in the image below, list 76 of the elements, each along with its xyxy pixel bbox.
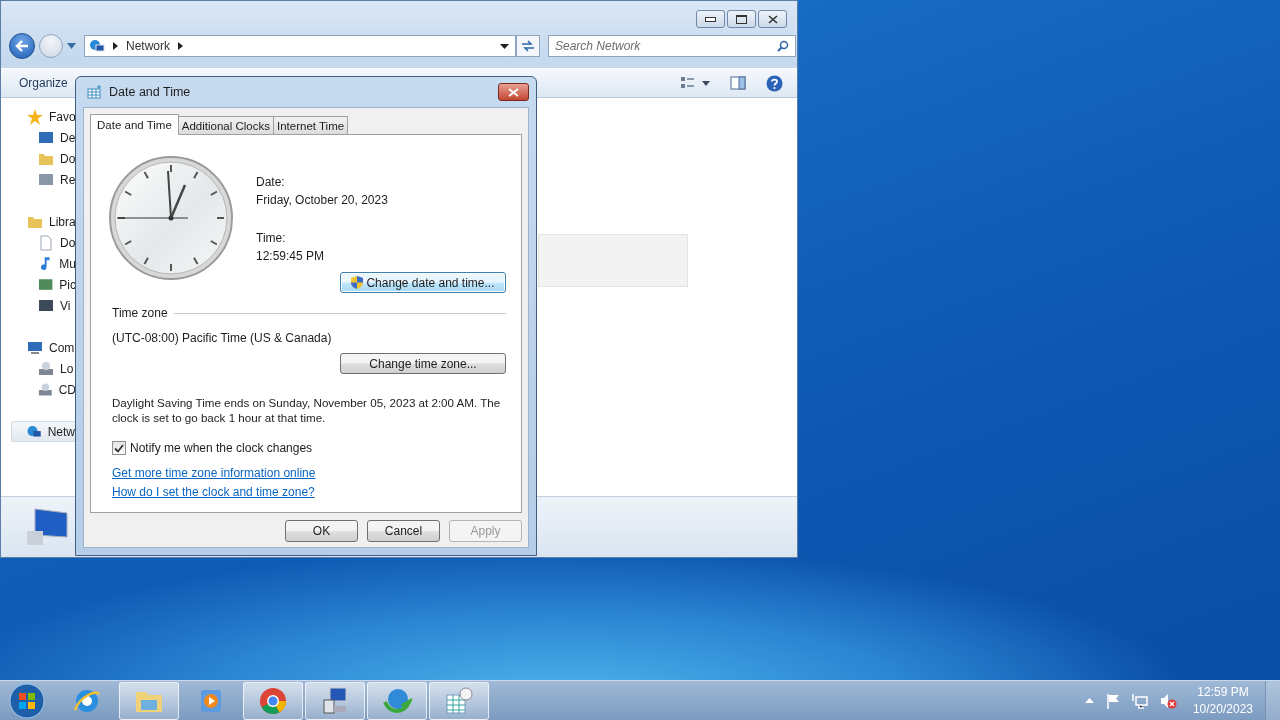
help-link[interactable]: Get more time zone information online <box>112 467 316 480</box>
refresh-button[interactable] <box>516 35 540 57</box>
dialog-button[interactable]: OK <box>285 520 358 542</box>
network-status-icon[interactable] <box>1131 692 1148 709</box>
volume-muted-icon[interactable] <box>1159 692 1177 709</box>
sidebar-item[interactable]: Vi <box>11 295 76 316</box>
help-link[interactable]: How do I set the clock and time zone? <box>112 486 315 499</box>
sidebar-item-selected[interactable]: Netw <box>11 421 76 442</box>
star-icon <box>27 108 43 125</box>
globe-icon <box>27 423 42 440</box>
chevron-icon[interactable] <box>113 42 118 50</box>
sidebar-item[interactable]: De <box>11 127 76 148</box>
network-icon <box>89 38 105 54</box>
tab[interactable]: Internet Time <box>273 116 349 134</box>
tab[interactable]: Additional Clocks <box>177 116 274 134</box>
browser-icon <box>258 685 288 716</box>
window-title: Date and Time <box>109 85 191 99</box>
calendar-icon <box>87 85 103 99</box>
tab[interactable]: Date and Time <box>90 114 179 135</box>
checkbox-label[interactable]: Notify me when the clock changes <box>130 441 313 455</box>
time-value: 12:59:45 PM <box>256 248 325 265</box>
taskbar-button[interactable] <box>305 681 365 720</box>
sidebar-item[interactable]: CD <box>11 379 76 400</box>
refresh-icon <box>521 40 535 52</box>
taskbar-button[interactable] <box>243 681 303 720</box>
maximize-button[interactable] <box>727 10 756 28</box>
dst-note: Daylight Saving Time ends on Sunday, November 05, 2023 at 2:00 AM. The clock is set to go back 1 hour at that time. <box>112 395 502 425</box>
sidebar-item[interactable]: Re <box>11 169 76 190</box>
back-button[interactable] <box>9 33 35 59</box>
change-date-time-button[interactable]: Change date and time... <box>340 272 506 293</box>
section-heading: Time zone <box>112 306 168 320</box>
breadcrumb[interactable]: Network <box>126 39 170 53</box>
disc-drive-icon <box>38 381 53 398</box>
date-label: Date: <box>256 174 285 191</box>
change-time-zone-button[interactable]: Change time zone... <box>340 353 506 374</box>
timezone-value: (UTC-08:00) Pacific Time (US & Canada) <box>112 331 332 345</box>
date-value: Friday, October 20, 2023 <box>256 192 388 209</box>
preview-pane-icon[interactable] <box>730 76 746 90</box>
sidebar-item[interactable]: Com <box>11 337 76 358</box>
close-button[interactable] <box>758 10 787 28</box>
sidebar-item[interactable]: Mu <box>11 253 76 274</box>
drive-icon <box>38 360 54 377</box>
computer-icon <box>25 507 69 547</box>
flag-icon[interactable] <box>1105 692 1120 709</box>
taskbar-button[interactable] <box>367 681 427 720</box>
checkbox[interactable] <box>112 441 126 455</box>
close-button[interactable] <box>498 83 529 101</box>
sidebar-item[interactable]: Pic <box>11 274 76 295</box>
close-icon <box>767 14 778 24</box>
close-icon <box>508 87 519 97</box>
document-icon <box>38 234 54 251</box>
dropdown-arrow-icon[interactable] <box>500 43 509 49</box>
show-hidden-icons-icon[interactable] <box>1084 698 1094 703</box>
organize-button[interactable]: Organize <box>19 76 68 90</box>
computer-icon <box>320 685 350 716</box>
search-field[interactable]: Search Network <box>548 35 796 57</box>
sidebar-item[interactable]: Libra <box>11 211 76 232</box>
computer-icon <box>27 339 43 356</box>
shield-icon <box>351 276 364 289</box>
sidebar-item[interactable]: Lo <box>11 358 76 379</box>
sidebar-item[interactable]: Do <box>11 148 76 169</box>
sidebar-item[interactable]: Do <box>11 232 76 253</box>
calendar-icon <box>444 685 474 716</box>
sidebar-item[interactable]: Favo <box>11 106 76 127</box>
dialog-button[interactable]: Cancel <box>367 520 440 542</box>
back-arrow-icon <box>15 40 29 52</box>
view-options-icon[interactable] <box>680 76 710 90</box>
help-icon[interactable] <box>766 74 783 92</box>
time-label: Time: <box>256 230 286 247</box>
chevron-icon[interactable] <box>178 42 183 50</box>
item-tile[interactable] <box>538 234 688 287</box>
minimize-button[interactable] <box>696 10 725 28</box>
monitor-icon <box>38 129 54 146</box>
window-icon <box>38 171 54 188</box>
address-bar[interactable]: Network <box>84 35 516 57</box>
caret-icon[interactable] <box>67 43 76 49</box>
